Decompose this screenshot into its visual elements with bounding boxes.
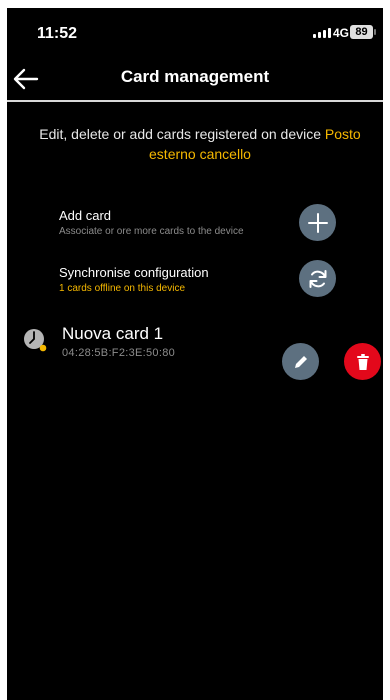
phone-screen: 11:52 4G 89 Card management Edit, delete… (7, 8, 383, 700)
card-mac-address: 04:28:5B:F2:3E:50:80 (62, 347, 176, 359)
intro-text: Edit, delete or add cards registered on … (31, 124, 369, 164)
pencil-icon (294, 355, 307, 368)
status-bar: 11:52 4G 89 (7, 8, 383, 58)
app-header: Card management (7, 58, 383, 102)
trash-icon (356, 353, 369, 370)
sync-configuration-subtitle: 1 cards offline on this device (59, 283, 186, 294)
plus-icon (307, 212, 328, 233)
add-card-button[interactable] (299, 204, 336, 241)
edit-card-button[interactable] (282, 343, 319, 380)
delete-card-button[interactable] (344, 343, 381, 380)
battery-icon: 89 (350, 25, 373, 39)
status-time: 11:52 (37, 25, 78, 42)
page-title: Card management (120, 67, 270, 86)
battery-tip (374, 29, 376, 35)
card-name: Nuova card 1 (62, 324, 164, 343)
card-list-item[interactable]: Nuova card 1 04:28:5B:F2:3E:50:80 (7, 318, 383, 370)
network-type: 4G (333, 26, 350, 40)
sync-configuration-title: Synchronise configuration (59, 265, 209, 280)
signal-icon (313, 28, 331, 38)
add-card-title: Add card (59, 208, 112, 223)
clock-icon (23, 328, 47, 352)
add-card-subtitle: Associate or ore more cards to the devic… (59, 226, 244, 237)
sync-icon (309, 269, 326, 288)
sync-button[interactable] (299, 260, 336, 297)
intro-description: Edit, delete or add cards registered on … (39, 126, 325, 142)
